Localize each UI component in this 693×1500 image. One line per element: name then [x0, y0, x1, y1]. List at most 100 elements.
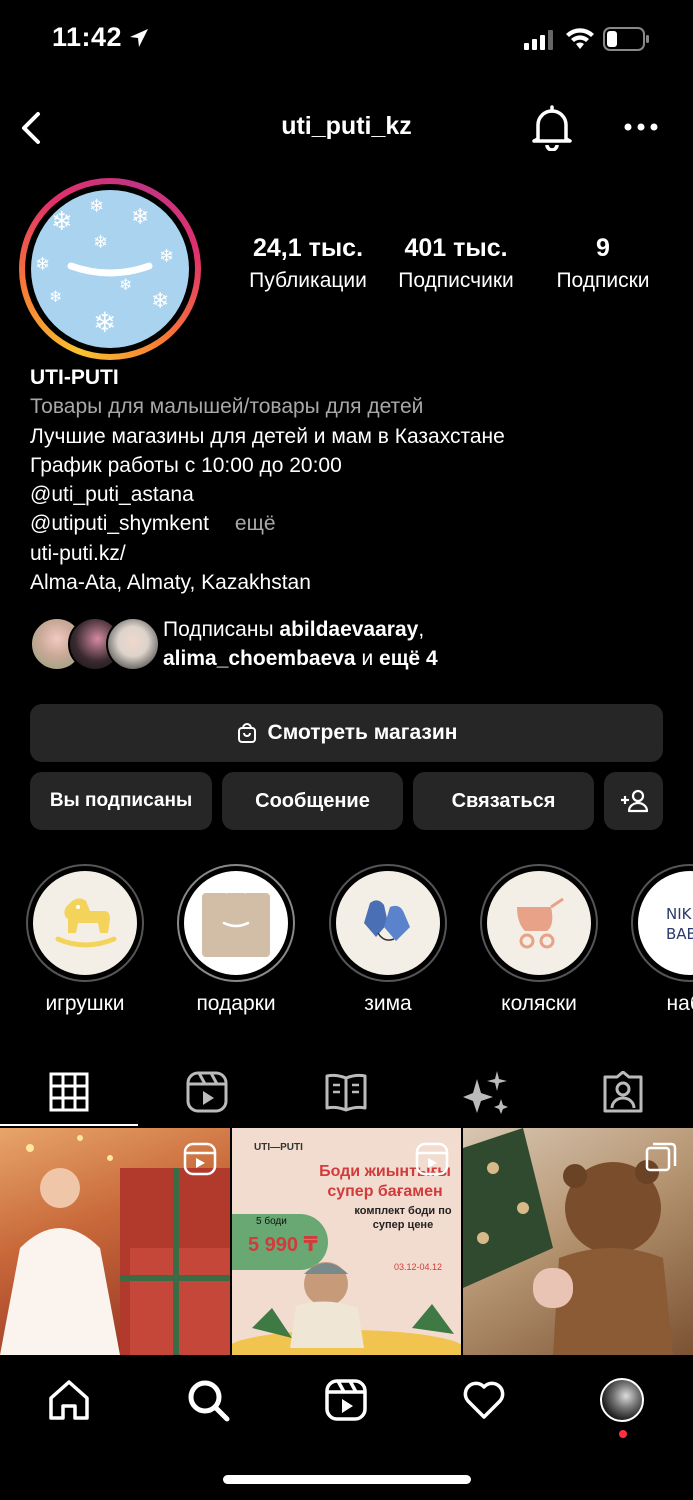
tab-reels[interactable] — [138, 1062, 276, 1122]
tab-guides[interactable] — [277, 1062, 415, 1122]
highlight-label: игрушки — [45, 992, 125, 1015]
location-arrow-icon — [130, 29, 148, 47]
followed-by-prefix: Подписаны — [163, 618, 274, 641]
view-shop-button[interactable]: Смотреть магазин — [30, 704, 663, 762]
highlight-sets[interactable]: NIK BAB набо — [631, 864, 693, 1016]
svg-text:❄: ❄ — [93, 306, 116, 339]
more-options-icon[interactable] — [624, 122, 658, 132]
highlight-label: набо — [666, 992, 693, 1015]
mutual-follower-name: abildaevaaray — [279, 618, 419, 641]
wifi-icon — [566, 28, 594, 49]
tab-tagged[interactable] — [554, 1062, 692, 1122]
view-shop-label: Смотреть магазин — [267, 721, 458, 744]
highlight-toys[interactable]: игрушки — [26, 864, 144, 1016]
tab-effects[interactable] — [416, 1062, 554, 1122]
svg-text:❄: ❄ — [151, 289, 169, 314]
profile-avatar[interactable]: ❄ ❄ ❄ ❄ ❄ ❄ ❄ ❄ ❄ ❄ — [31, 190, 189, 348]
reels-icon — [186, 1071, 228, 1113]
stat-followers[interactable]: 401 тыс. Подписчики — [388, 234, 524, 293]
nike-baby-icon: NIK BAB — [666, 905, 693, 943]
add-person-icon — [620, 789, 648, 813]
svg-text:❄: ❄ — [35, 254, 50, 275]
search-icon — [188, 1380, 230, 1422]
nav-profile[interactable] — [600, 1378, 644, 1422]
highlight-label: подарки — [196, 992, 276, 1015]
svg-text:❄: ❄ — [51, 207, 73, 237]
mutual-follower-name: alima_choembaeva — [163, 647, 356, 670]
notification-dot — [619, 1430, 627, 1438]
message-button[interactable]: Сообщение — [222, 772, 403, 830]
highlight-label: коляски — [501, 992, 577, 1015]
active-tab-indicator — [0, 1124, 138, 1126]
reels-icon — [325, 1379, 367, 1421]
followers-count: 401 тыс. — [404, 234, 508, 262]
stat-posts[interactable]: 24,1 тыс. Публикации — [238, 234, 378, 293]
svg-text:❄: ❄ — [49, 287, 62, 306]
highlight-gifts[interactable]: подарки — [177, 864, 295, 1016]
sparkles-icon — [463, 1071, 508, 1114]
home-indicator[interactable] — [223, 1475, 471, 1484]
profile-avatar-small — [600, 1378, 644, 1422]
followers-label: Подписчики — [398, 269, 514, 292]
highlight-strollers[interactable]: коляски — [480, 864, 598, 1016]
svg-text:❄: ❄ — [93, 232, 108, 253]
nav-activity[interactable] — [462, 1378, 506, 1422]
svg-text:❄: ❄ — [119, 275, 132, 294]
battery-icon — [603, 27, 649, 51]
svg-text:❄: ❄ — [89, 196, 104, 217]
post-thumbnail[interactable] — [463, 1128, 693, 1355]
bio-line: График работы с 10:00 до 20:00 — [30, 453, 342, 477]
mutual-followers-rest: ещё 4 — [379, 647, 438, 670]
profile-category: Товары для малышей/товары для детей — [30, 395, 424, 419]
carousel-icon — [645, 1142, 677, 1172]
post-thumbnail[interactable] — [0, 1128, 230, 1355]
gift-box-icon — [202, 887, 270, 957]
reel-icon — [183, 1142, 217, 1176]
profile-bio: UTI-PUTI Товары для малышей/товары для д… — [30, 363, 670, 597]
stroller-icon — [517, 897, 564, 949]
nav-reels[interactable] — [324, 1378, 368, 1422]
svg-text:BAB: BAB — [666, 925, 693, 943]
nav-home[interactable] — [47, 1378, 91, 1422]
following-button[interactable]: Вы подписаны — [30, 772, 212, 830]
bio-more-link[interactable]: ещё — [235, 512, 276, 535]
posts-count: 24,1 тыс. — [252, 234, 364, 262]
avatar — [106, 617, 160, 671]
tab-posts-grid[interactable] — [0, 1062, 138, 1122]
mittens-icon — [364, 900, 410, 941]
suggested-users-button[interactable] — [604, 772, 663, 830]
bell-icon[interactable] — [530, 105, 574, 151]
grid-icon — [49, 1072, 89, 1112]
tagged-person-icon — [603, 1071, 643, 1113]
reel-icon — [415, 1142, 449, 1176]
post-thumbnail[interactable]: UTI—PUTI Боди жиынтығы супер бағамен ком… — [232, 1128, 461, 1355]
following-count: 9 — [596, 234, 610, 262]
mutual-followers-text[interactable]: Подписаны abildaevaaray, alima_choembaev… — [163, 615, 438, 673]
stat-following[interactable]: 9 Подписки — [544, 234, 662, 293]
following-label: Подписки — [556, 269, 650, 292]
shopping-bag-icon — [237, 723, 256, 743]
svg-text:NIK: NIK — [666, 905, 693, 923]
bio-location[interactable]: Alma-Ata, Almaty, Kazakhstan — [30, 568, 670, 597]
mutual-followers-avatars[interactable] — [30, 617, 160, 671]
bio-mention[interactable]: @utiputi_shymkent — [30, 512, 209, 535]
posts-label: Публикации — [249, 269, 367, 292]
heart-icon — [463, 1381, 505, 1419]
bio-line: Лучшие магазины для детей и мам в Казахс… — [30, 424, 505, 448]
profile-username-title: uti_puti_kz — [281, 112, 412, 140]
guides-book-icon — [325, 1073, 367, 1112]
followed-by-and: и — [361, 647, 374, 670]
bio-website-link[interactable]: uti-puti.kz/ — [30, 539, 670, 568]
cellular-signal-icon — [524, 30, 553, 50]
home-icon — [49, 1380, 89, 1420]
profile-name: UTI-PUTI — [30, 366, 119, 389]
nav-search[interactable] — [186, 1378, 230, 1422]
bio-mention[interactable]: @uti_puti_astana — [30, 480, 670, 509]
svg-text:❄: ❄ — [159, 246, 174, 267]
highlight-label: зима — [364, 992, 412, 1015]
svg-text:❄: ❄ — [131, 205, 149, 230]
highlight-winter[interactable]: зима — [329, 864, 447, 1016]
contact-button[interactable]: Связаться — [413, 772, 594, 830]
rocking-horse-icon — [55, 898, 117, 948]
status-time: 11:42 — [52, 22, 123, 52]
